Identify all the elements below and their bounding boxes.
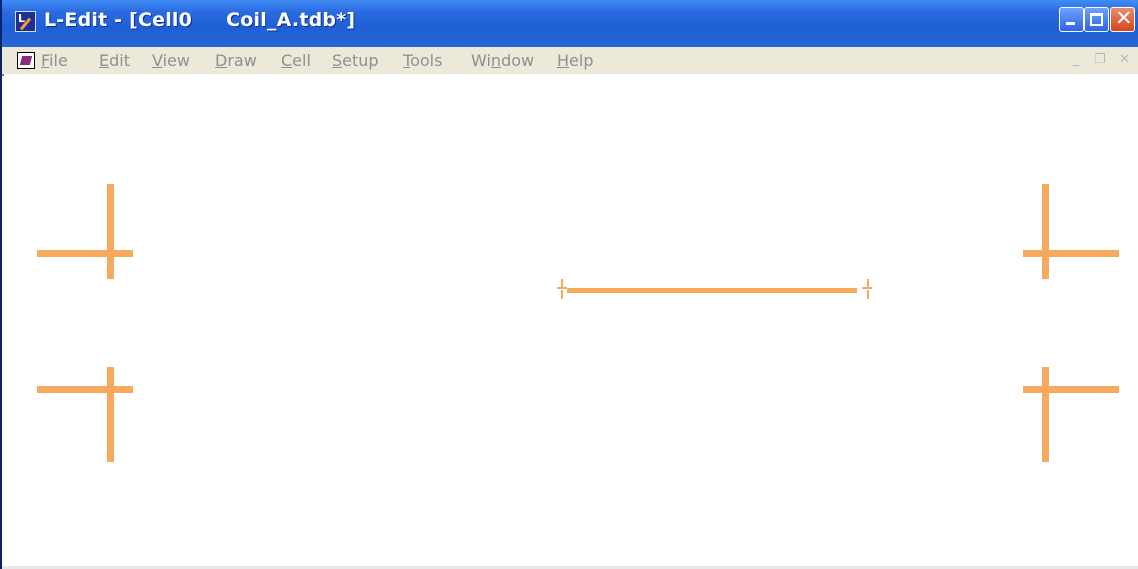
menu-setup[interactable]: Setup xyxy=(332,51,379,70)
mdi-close-button[interactable]: ✕ xyxy=(1119,52,1130,67)
menu-bar: File Edit View Draw Cell Setup Tools Win… xyxy=(2,47,1138,74)
l-edit-app-icon[interactable]: L xyxy=(15,11,36,32)
l-edit-window: L L-Edit - [Cell0 Coil_A.tdb*] ✕ File Ed… xyxy=(0,0,1138,569)
menu-window[interactable]: Window xyxy=(471,51,534,70)
minimize-icon xyxy=(1066,22,1075,25)
menu-cell[interactable]: Cell xyxy=(281,51,311,70)
mdi-minimize-button[interactable]: _ xyxy=(1073,52,1080,67)
mdi-restore-button[interactable]: ❐ xyxy=(1094,52,1106,67)
menu-tools[interactable]: Tools xyxy=(403,51,442,70)
maximize-button[interactable] xyxy=(1084,7,1109,32)
title-bar[interactable]: L L-Edit - [Cell0 Coil_A.tdb*] ✕ xyxy=(2,0,1138,47)
menu-help[interactable]: Help xyxy=(557,51,593,70)
minimize-button[interactable] xyxy=(1059,7,1084,32)
window-title: L-Edit - [Cell0 Coil_A.tdb*] xyxy=(44,9,356,31)
maximize-icon xyxy=(1090,13,1103,26)
close-icon: ✕ xyxy=(1115,6,1133,30)
menu-edit[interactable]: Edit xyxy=(99,51,130,70)
menu-draw[interactable]: Draw xyxy=(215,51,257,70)
layout-canvas[interactable] xyxy=(4,74,1138,569)
menu-view[interactable]: View xyxy=(152,51,190,70)
close-button[interactable]: ✕ xyxy=(1110,6,1135,32)
document-icon[interactable] xyxy=(17,52,35,69)
menu-file[interactable]: File xyxy=(41,51,68,70)
